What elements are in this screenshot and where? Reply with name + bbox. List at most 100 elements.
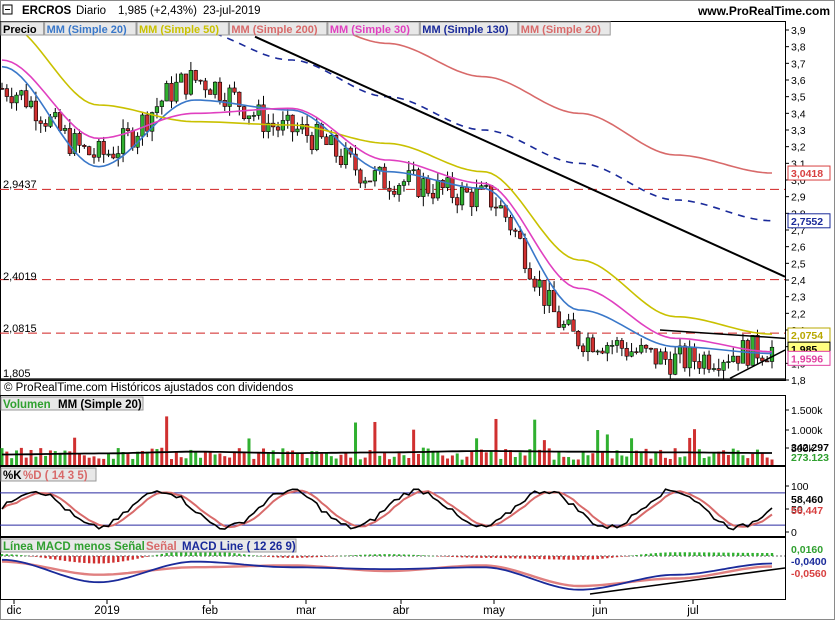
period: Diario bbox=[76, 5, 106, 17]
macd-histogram-bar bbox=[402, 554, 406, 556]
legend-macd-hist: Línea MACD menos Señal bbox=[3, 541, 145, 553]
macd-histogram-bar bbox=[349, 555, 352, 556]
candle-body bbox=[387, 187, 392, 192]
y-tick-label: 2,4 bbox=[791, 275, 806, 287]
volume-bar bbox=[305, 458, 309, 465]
value-label: 273.123 bbox=[791, 452, 829, 464]
legend-item: Precio bbox=[3, 24, 37, 36]
candle-body bbox=[765, 360, 770, 363]
candle-body bbox=[736, 355, 741, 364]
macd-histogram-bar bbox=[664, 552, 667, 556]
volume-bar bbox=[363, 457, 367, 465]
macd-histogram-bar bbox=[83, 556, 86, 563]
volume-bar bbox=[601, 452, 605, 465]
volume-bar bbox=[518, 452, 522, 465]
y-tick-label: 2,3 bbox=[791, 292, 806, 304]
macd-histogram-bar bbox=[0, 554, 4, 556]
candle-body bbox=[614, 340, 620, 346]
candle-body bbox=[406, 170, 411, 182]
legend-volume-ma: MM (Simple 20) bbox=[58, 399, 142, 411]
volume-bar bbox=[441, 455, 445, 465]
macd-histogram-bar bbox=[407, 554, 410, 556]
ticker: ERCROS bbox=[22, 5, 72, 17]
candle-body bbox=[242, 106, 247, 119]
macd-histogram-bar bbox=[393, 554, 396, 556]
candle-body bbox=[624, 347, 629, 357]
volume-bar bbox=[387, 459, 391, 465]
volume-bar bbox=[213, 454, 217, 465]
volume-bar bbox=[625, 456, 629, 465]
macd-histogram-bar bbox=[339, 555, 343, 557]
macd-histogram-bar bbox=[5, 554, 9, 556]
y-tick-label: 2,6 bbox=[791, 242, 806, 254]
candle-body bbox=[96, 141, 101, 158]
site-link[interactable]: www.ProRealTime.com bbox=[697, 4, 830, 18]
candle-body bbox=[619, 340, 624, 349]
macd-histogram-bar bbox=[107, 556, 110, 564]
candle-body bbox=[87, 146, 92, 156]
volume-bar bbox=[354, 422, 358, 465]
volume-bar bbox=[266, 453, 270, 465]
volume-bar bbox=[596, 430, 600, 465]
x-tick-label: 2019 bbox=[94, 605, 120, 617]
macd-histogram-bar bbox=[509, 556, 512, 559]
macd-histogram-bar bbox=[397, 554, 401, 556]
candle-body bbox=[634, 351, 639, 353]
candle-body bbox=[145, 114, 150, 132]
y-tick-label: 3,3 bbox=[791, 125, 806, 137]
candle-body bbox=[658, 351, 663, 365]
macd-histogram-bar bbox=[378, 554, 381, 556]
candle-body bbox=[542, 279, 547, 306]
volume-bar bbox=[412, 429, 416, 465]
volume-bar bbox=[126, 453, 130, 465]
volume-bar bbox=[557, 451, 561, 465]
macd-histogram-bar bbox=[325, 556, 328, 557]
y-tick-label: 2,2 bbox=[791, 308, 806, 320]
copyright-note: © ProRealTime.com Históricos ajustados c… bbox=[4, 382, 294, 394]
candle-body bbox=[77, 133, 82, 146]
macd-histogram-bar bbox=[562, 556, 565, 560]
chart-frame bbox=[0, 0, 835, 620]
volume-bar bbox=[751, 453, 755, 465]
y-tick-label: 3,6 bbox=[791, 75, 806, 87]
macd-histogram-bar bbox=[126, 556, 130, 561]
candle-body bbox=[193, 70, 198, 81]
volume-bar bbox=[416, 453, 420, 465]
volume-bar bbox=[717, 451, 721, 465]
candle-body bbox=[726, 361, 731, 363]
candle-body bbox=[571, 319, 576, 332]
volume-bar bbox=[324, 452, 328, 465]
candle-body bbox=[232, 87, 237, 93]
candle-body bbox=[222, 100, 227, 107]
macd-histogram-bar bbox=[649, 553, 653, 556]
volume-legend: Volumen MM (Simple 20) bbox=[0, 396, 144, 411]
last-change: 1,985 (+2,43%) bbox=[118, 5, 197, 17]
macd-histogram-bar bbox=[262, 556, 265, 557]
x-tick-label: feb bbox=[202, 605, 218, 617]
candle-body bbox=[692, 346, 697, 362]
volume-bar bbox=[339, 454, 343, 465]
candle-body bbox=[43, 123, 48, 127]
x-tick-label: jun bbox=[591, 605, 607, 617]
volume-bar bbox=[446, 458, 450, 465]
volume-bar bbox=[102, 458, 106, 465]
candle-body bbox=[498, 205, 503, 209]
y-tick-label: 3,4 bbox=[791, 108, 806, 120]
candle-body bbox=[0, 88, 5, 90]
x-tick-label: jul bbox=[686, 605, 699, 617]
macd-histogram-bar bbox=[499, 556, 503, 559]
macd-histogram-bar bbox=[489, 556, 493, 558]
volume-bar bbox=[223, 456, 227, 465]
volume-bar bbox=[639, 452, 643, 465]
macd-histogram-bar bbox=[291, 556, 294, 558]
volume-bar bbox=[257, 452, 261, 465]
volume-bar bbox=[620, 455, 624, 465]
macd-histogram-bar bbox=[305, 556, 309, 558]
volume-bar bbox=[499, 458, 503, 465]
candle-body bbox=[590, 337, 595, 353]
legend-d: %D ( 14 3 5) bbox=[23, 470, 88, 482]
macd-histogram-bar bbox=[765, 552, 769, 556]
volume-bar bbox=[349, 457, 353, 465]
volume-bar bbox=[48, 450, 52, 465]
level-label: 2,4019 bbox=[3, 271, 37, 283]
